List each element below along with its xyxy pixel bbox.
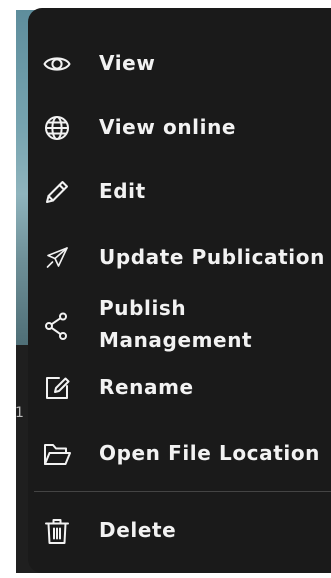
menu-item-label: Rename — [99, 375, 194, 399]
trash-icon — [42, 516, 72, 546]
menu-item-open-file-location[interactable]: Open File Location — [28, 438, 331, 469]
rename-icon — [42, 373, 72, 403]
share-icon — [42, 311, 72, 341]
menu-item-label: Edit — [99, 179, 146, 203]
menu-item-view-online[interactable]: View online — [28, 112, 331, 143]
menu-item-view[interactable]: View — [28, 48, 331, 79]
background-partial-text: 1 — [15, 405, 24, 421]
menu-item-label: View — [99, 51, 156, 75]
eye-icon — [42, 49, 72, 79]
menu-item-delete[interactable]: Delete — [28, 515, 331, 546]
menu-item-publish-management[interactable]: Publish Management — [28, 293, 331, 357]
menu-item-label: Open File Location — [99, 441, 321, 465]
menu-item-label-line1: Publish — [99, 296, 187, 320]
menu-item-edit[interactable]: Edit — [28, 176, 331, 207]
menu-item-label: Delete — [99, 518, 177, 542]
folder-icon — [42, 439, 72, 469]
menu-item-label: View online — [99, 115, 237, 139]
pencil-icon — [42, 177, 72, 207]
menu-item-label: Update Publication — [99, 245, 325, 269]
menu-item-label-line2: Management — [99, 328, 253, 352]
menu-item-rename[interactable]: Rename — [28, 372, 331, 403]
globe-icon — [42, 113, 72, 143]
window-edge — [0, 0, 16, 578]
menu-item-update-publication[interactable]: Update Publication — [28, 242, 331, 273]
menu-divider — [34, 491, 331, 492]
send-icon — [42, 243, 72, 273]
context-menu: View View online Edit Update Publication… — [28, 8, 331, 573]
